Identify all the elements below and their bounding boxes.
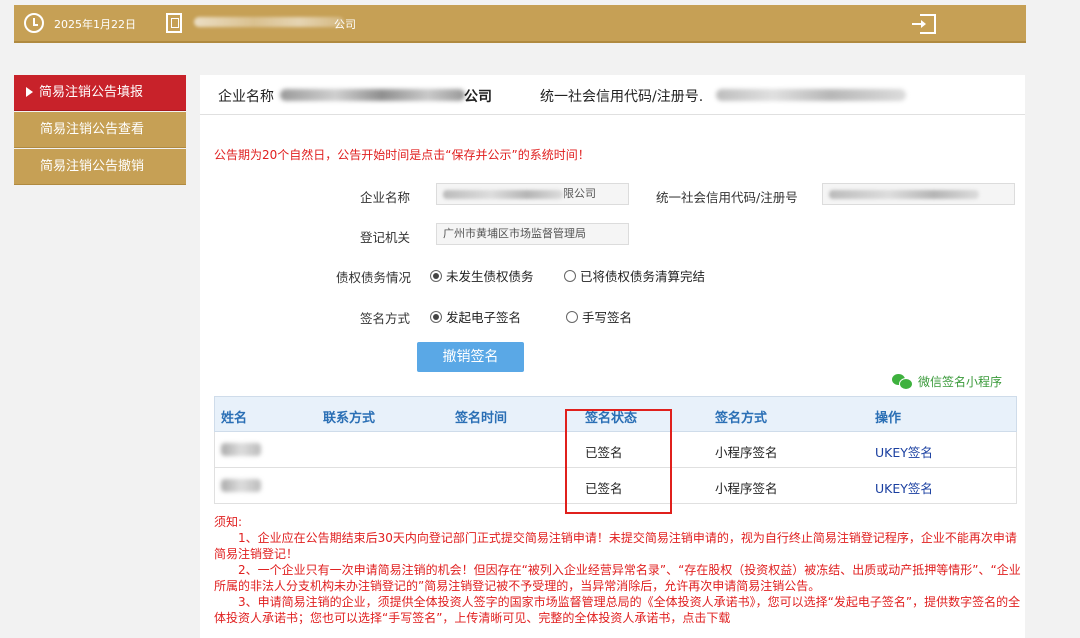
credit-code-redacted [716, 89, 906, 101]
company-name-suffix: 公司 [334, 18, 356, 31]
main-panel: 企业名称 公司 统一社会信用代码/注册号. 公告期为20个自然日，公告开始时间是… [200, 75, 1025, 638]
sidebar-item-view-announcement[interactable]: 简易注销公告查看 [14, 112, 186, 148]
column-header-sign-time: 签名时间 [455, 411, 508, 426]
announcement-period-notice: 公告期为20个自然日，公告开始时间是点击“保存并公示”的系统时间！ [214, 148, 590, 162]
sign-status: 已签名 [585, 481, 623, 496]
form-credit-code-label: 统一社会信用代码/注册号 [656, 190, 798, 205]
form-debt-label: 债权债务情况 [336, 270, 412, 285]
column-header-name: 姓名 [221, 411, 248, 426]
credit-code-label: 统一社会信用代码/注册号. [540, 89, 704, 105]
table-row: 已签名 小程序签名 UKEY签名 [214, 432, 1017, 468]
debt-option-none-label: 未发生债权债务 [446, 269, 534, 284]
ukey-sign-link[interactable]: UKEY签名 [875, 442, 933, 461]
debt-option-cleared[interactable]: 已将债权债务清算完结 [564, 266, 705, 285]
building-icon [166, 13, 182, 33]
company-name-suffix: 限公司 [563, 187, 596, 200]
column-header-action: 操作 [875, 411, 902, 426]
sign-method: 小程序签名 [715, 481, 778, 496]
credit-code-redacted [829, 189, 979, 199]
form-company-label: 企业名称 [360, 190, 411, 205]
instructions-notes: 须知: 1、企业应在公告期结束后30天内向登记部门正式提交简易注销申请！未提交简… [214, 514, 1022, 626]
ukey-sign-link[interactable]: UKEY签名 [875, 478, 933, 497]
sign-option-handwritten-label: 手写签名 [582, 310, 633, 325]
notes-item: 2、一个企业只有一次申请简易注销的机会！但因存在“被列入企业经营异常名录”、“存… [214, 563, 1021, 593]
wechat-mini-program-link[interactable]: 微信签名小程序 [892, 373, 1002, 390]
sidebar-item-label: 简易注销公告查看 [40, 122, 145, 137]
form-sign-label: 签名方式 [360, 311, 411, 326]
radio-selected-icon [430, 270, 442, 282]
column-header-sign-status: 签名状态 [585, 411, 638, 426]
wechat-link-label: 微信签名小程序 [918, 375, 1003, 389]
table-row: 已签名 小程序签名 UKEY签名 [214, 468, 1017, 504]
registration-authority-field: 广州市黄埔区市场监督管理局 [436, 223, 629, 245]
notes-title: 须知: [214, 515, 243, 529]
company-name-redacted [280, 89, 465, 101]
credit-code-field [822, 183, 1015, 205]
sidebar-item-label: 简易注销公告填报 [39, 85, 144, 100]
logout-icon[interactable] [912, 14, 936, 34]
sign-option-electronic[interactable]: 发起电子签名 [430, 307, 521, 326]
top-bar: 2025年1月22日 公司 [14, 5, 1026, 43]
sign-method: 小程序签名 [715, 445, 778, 460]
sign-option-handwritten[interactable]: 手写签名 [566, 307, 632, 326]
wechat-icon [892, 373, 913, 390]
radio-unselected-icon [564, 270, 576, 282]
sidebar-item-label: 简易注销公告撤销 [40, 159, 145, 174]
revoke-signature-button[interactable]: 撤销签名 [417, 342, 524, 372]
company-name-redacted [443, 189, 563, 199]
table-header: 姓名 联系方式 签名时间 签名状态 签名方式 操作 [214, 396, 1017, 432]
investor-name-redacted [221, 479, 261, 492]
column-header-sign-method: 签名方式 [715, 411, 768, 426]
company-name-redacted [194, 17, 344, 27]
radio-selected-icon [430, 311, 442, 323]
form-authority-label: 登记机关 [360, 230, 411, 245]
sidebar-item-fill-announcement[interactable]: 简易注销公告填报 [14, 75, 186, 111]
column-header-contact: 联系方式 [323, 411, 376, 426]
debt-option-cleared-label: 已将债权债务清算完结 [580, 269, 706, 284]
radio-unselected-icon [566, 311, 578, 323]
notes-item: 3、申请简易注销的企业，须提供全体投资人签字的国家市场监督管理总局的《全体投资人… [214, 595, 1021, 625]
sign-option-electronic-label: 发起电子签名 [446, 310, 522, 325]
clock-icon [24, 13, 44, 33]
sidebar-item-revoke-announcement[interactable]: 简易注销公告撤销 [14, 149, 186, 185]
triangle-right-icon [26, 87, 33, 97]
investor-name-redacted [221, 443, 261, 456]
notes-item: 1、企业应在公告期结束后30天内向登记部门正式提交简易注销申请！未提交简易注销申… [214, 531, 1017, 561]
company-name-field: 限公司 [436, 183, 629, 205]
company-name-suffix: 公司 [464, 89, 492, 105]
sign-status: 已签名 [585, 445, 623, 460]
current-date: 2025年1月22日 [54, 18, 136, 31]
debt-option-none[interactable]: 未发生债权债务 [430, 266, 534, 285]
company-name-label: 企业名称 [218, 89, 274, 105]
signature-table: 姓名 联系方式 签名时间 签名状态 签名方式 操作 已签名 小程序签名 UKEY… [214, 396, 1017, 504]
company-header: 企业名称 公司 统一社会信用代码/注册号. [200, 75, 1025, 115]
sidebar: 简易注销公告填报 简易注销公告查看 简易注销公告撤销 [14, 75, 186, 186]
